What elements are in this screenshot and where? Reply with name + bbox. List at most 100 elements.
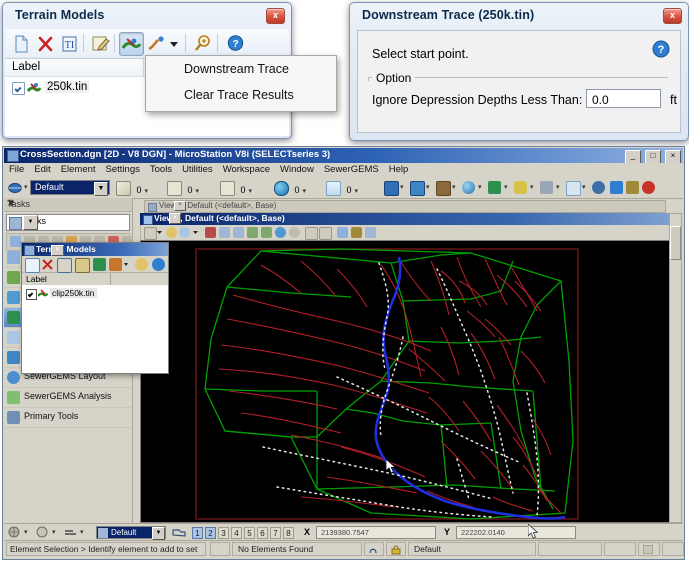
close-icon[interactable]: x xyxy=(266,8,285,24)
chevron-down-icon[interactable]: ▼ xyxy=(23,215,38,230)
raster-icon[interactable] xyxy=(462,181,475,194)
sidebar-item-primary-tools[interactable]: Primary Tools xyxy=(4,408,132,428)
zoom-to-terrain-icon[interactable] xyxy=(135,258,148,271)
search-icon[interactable] xyxy=(540,181,553,194)
menu-help[interactable]: Help xyxy=(384,163,414,175)
menu-utilities[interactable]: Utilities xyxy=(177,163,218,175)
snap-mode-icon[interactable] xyxy=(8,526,21,541)
display-style-icon[interactable] xyxy=(351,227,362,238)
column-divider[interactable] xyxy=(143,59,144,76)
help-icon[interactable]: ? xyxy=(652,40,670,58)
active-level-bottom-combo[interactable]: Default ▼ xyxy=(96,526,166,540)
terrain-display-icon[interactable] xyxy=(119,32,144,56)
chevron-down-icon[interactable]: ▾ xyxy=(452,183,456,191)
x-coordinate-field[interactable]: 2139380.7547 xyxy=(316,526,436,539)
menu-item-clear-trace-results[interactable]: Clear Trace Results xyxy=(146,82,336,108)
view-previous-icon[interactable] xyxy=(289,227,300,238)
color-attribute[interactable]: 0 ▾ xyxy=(116,181,148,196)
clip-volume-icon[interactable] xyxy=(305,227,318,240)
model-button-7[interactable]: 7 xyxy=(270,527,281,539)
chevron-down-icon[interactable]: ▾ xyxy=(530,183,534,191)
trace-dropdown-arrow-icon[interactable] xyxy=(166,32,182,56)
update-view-icon[interactable] xyxy=(144,227,157,240)
chevron-down-icon[interactable]: ▾ xyxy=(303,188,307,195)
view1-canvas[interactable] xyxy=(140,240,670,523)
text-style-icon[interactable]: TI xyxy=(57,32,82,56)
menu-workspace[interactable]: Workspace xyxy=(218,163,275,175)
clip-mask-icon[interactable] xyxy=(319,227,332,240)
menu-settings[interactable]: Settings xyxy=(101,163,145,175)
sidebar-item-sewergems-analysis[interactable]: SewerGEMS Analysis xyxy=(4,388,132,408)
level-dropdown-arrow-icon[interactable]: ▾ xyxy=(24,183,28,191)
class-attribute[interactable]: 0 ▾ xyxy=(274,181,306,196)
markup-icon[interactable] xyxy=(566,181,581,196)
menu-sewergems[interactable]: SewerGEMS xyxy=(319,163,384,175)
references-icon[interactable] xyxy=(436,181,451,196)
sewergems-icon[interactable] xyxy=(610,181,623,194)
models-icon[interactable] xyxy=(488,181,501,194)
chevron-down-icon[interactable] xyxy=(157,227,162,238)
pan-view-icon[interactable] xyxy=(219,227,230,238)
model-button-1[interactable]: 1 xyxy=(192,527,203,539)
zoom-out-icon[interactable] xyxy=(233,227,244,238)
window-area-icon[interactable] xyxy=(247,227,258,238)
chevron-down-icon[interactable]: ▾ xyxy=(24,528,28,536)
active-level-icon[interactable] xyxy=(64,527,77,540)
primary-tools-icon[interactable] xyxy=(410,181,425,196)
close-icon[interactable]: x xyxy=(663,8,682,24)
delete-terrain-model-icon[interactable] xyxy=(33,32,58,56)
view1-titlebar[interactable]: View 1, Default (<default>, Base) _ □ × xyxy=(140,213,670,225)
help-icon[interactable] xyxy=(152,258,165,271)
status-extra-segment-4[interactable] xyxy=(662,542,684,556)
scrollbar-thumb[interactable] xyxy=(670,226,681,260)
chevron-down-icon[interactable]: ▾ xyxy=(556,183,560,191)
edit-properties-icon[interactable] xyxy=(88,32,113,56)
fit-view-icon[interactable] xyxy=(179,227,190,238)
new-terrain-model-icon[interactable] xyxy=(25,258,40,273)
rotate-view-icon[interactable] xyxy=(205,227,216,238)
chevron-down-icon[interactable]: ▾ xyxy=(80,528,84,536)
row-checkbox[interactable] xyxy=(26,289,37,300)
menu-tools[interactable]: Tools xyxy=(145,163,177,175)
levels-icon[interactable] xyxy=(514,181,527,194)
model-button-3[interactable]: 3 xyxy=(218,527,229,539)
close-button[interactable]: × xyxy=(174,201,186,211)
tasks-combo[interactable]: Tasks ▼ xyxy=(6,214,130,231)
chevron-down-icon[interactable]: ▾ xyxy=(504,183,508,191)
menu-file[interactable]: File xyxy=(4,163,29,175)
view-attributes-icon[interactable] xyxy=(275,227,286,238)
model-button-8[interactable]: 8 xyxy=(283,527,294,539)
camera-icon[interactable] xyxy=(365,227,376,238)
zoom-to-terrain-icon[interactable] xyxy=(191,32,216,56)
model-button-2[interactable]: 2 xyxy=(205,527,216,539)
list-item[interactable]: clip250k.tin xyxy=(22,287,168,301)
close-button[interactable]: × xyxy=(665,150,681,164)
style-attribute[interactable]: 0 ▾ xyxy=(167,181,199,196)
help-icon[interactable]: ? xyxy=(223,32,248,56)
chevron-down-icon[interactable]: ▼ xyxy=(152,527,165,540)
fit-all-icon[interactable] xyxy=(261,227,272,238)
chevron-down-icon[interactable]: ▾ xyxy=(52,528,56,536)
close-button[interactable]: × xyxy=(51,245,64,256)
zoom-in-icon[interactable] xyxy=(166,227,177,238)
close-button[interactable]: × xyxy=(169,213,181,224)
close-icon[interactable]: ✕ xyxy=(7,198,128,209)
models-quick-icon[interactable] xyxy=(172,527,186,541)
render-icon[interactable] xyxy=(337,227,348,238)
ignore-depression-input[interactable] xyxy=(586,89,661,108)
chevron-down-icon[interactable]: ▾ xyxy=(426,183,430,191)
chevron-down-icon[interactable]: ▼ xyxy=(94,182,108,196)
delete-terrain-model-icon[interactable] xyxy=(41,258,54,271)
menu-edit[interactable]: Edit xyxy=(29,163,55,175)
text-style-icon[interactable] xyxy=(57,258,72,273)
edit-properties-icon[interactable] xyxy=(75,258,90,273)
minimize-button[interactable]: _ xyxy=(624,150,641,164)
chevron-down-icon[interactable]: ▾ xyxy=(196,188,200,195)
chevron-down-icon[interactable]: ▾ xyxy=(145,188,149,195)
properties-icon[interactable] xyxy=(384,181,399,196)
weight-attribute[interactable]: 0 ▾ xyxy=(220,181,252,196)
new-terrain-model-icon[interactable] xyxy=(9,32,34,56)
menu-element[interactable]: Element xyxy=(56,163,101,175)
chevron-down-icon[interactable]: ▾ xyxy=(400,183,404,191)
validate-icon[interactable] xyxy=(642,181,655,194)
